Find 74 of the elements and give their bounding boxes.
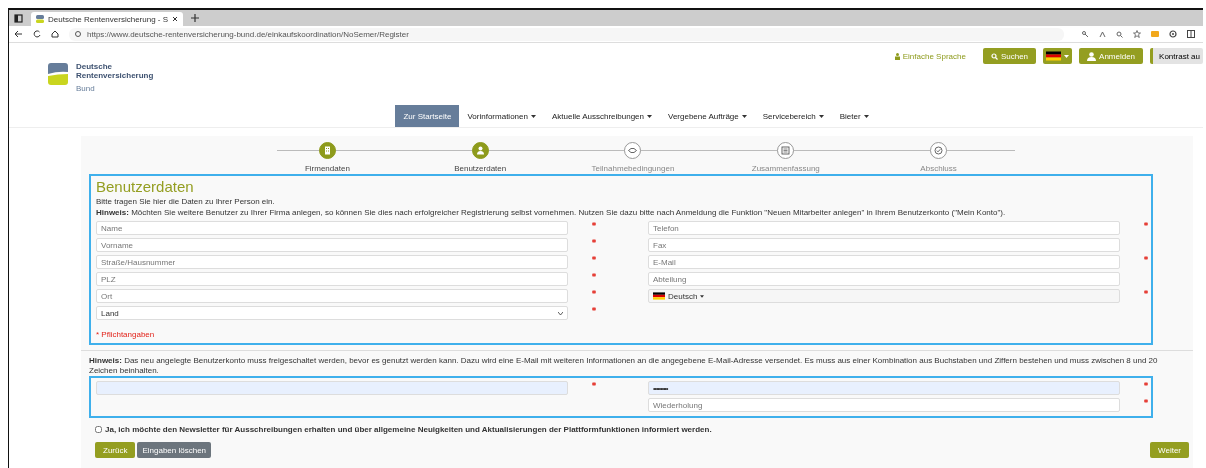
hint-text: Hinweis: Das neu angelegte Benutzerkonto muss freigeschaltet werden, bevor es genutzt werden kann. Dazu wird eine E-Mail mit weiteren Informationen an die angegebene E-Mail-Adresse versendet. Es muss aus einer Kombination aus Buchstaben und Ziffern bestehen und muss zwischen 8 und 20 Zeichen beinhalten. <box>89 356 1159 375</box>
close-icon[interactable] <box>172 16 179 22</box>
address-bar[interactable]: https://www.deutsche-rentenversicherung-bund.de/einkaufskoordination/NoSemer/Register <box>69 27 1064 41</box>
step-label: Abschluss <box>920 164 957 173</box>
required-mark-icon <box>592 307 596 311</box>
newsletter-checkbox[interactable] <box>95 426 102 433</box>
search-icon <box>990 52 998 60</box>
home-icon[interactable] <box>51 30 59 38</box>
required-mark-icon <box>592 273 596 277</box>
required-mark-icon <box>1144 256 1148 260</box>
text-field[interactable]: Ort <box>96 289 568 303</box>
required-mark-icon <box>592 239 596 243</box>
chevron-icon <box>558 311 563 315</box>
password-repeat-field[interactable]: Wiederholung <box>648 398 1120 412</box>
caret-icon <box>863 114 869 118</box>
tab-actions-icon[interactable] <box>14 13 23 23</box>
reset-button[interactable]: Eingaben löschen <box>137 442 212 458</box>
text-field[interactable]: PLZ <box>96 272 568 286</box>
logo-icon[interactable] <box>48 63 68 85</box>
info-icon <box>75 31 81 37</box>
text-field[interactable]: Straße/Hausnummer <box>96 255 568 269</box>
caret-icon <box>741 114 747 118</box>
required-mark-icon <box>1144 290 1148 294</box>
caret-icon <box>700 294 705 298</box>
nav-item[interactable]: Aktuelle Ausschreibungen <box>543 105 660 127</box>
nav-item[interactable]: Servicebereich <box>754 105 832 127</box>
language-dropdown[interactable] <box>1043 48 1073 64</box>
required-mark-icon <box>592 256 596 260</box>
text-field[interactable]: E-Mail <box>648 255 1120 269</box>
contrast-button[interactable]: Kontrast au <box>1150 48 1203 64</box>
text-field[interactable]: Name <box>96 221 568 235</box>
tab-title: Deutsche Rentenversicherung - S <box>48 14 169 24</box>
step-label: Benutzerdaten <box>454 164 507 173</box>
required-mark-icon <box>592 222 596 226</box>
caret-icon <box>818 114 824 118</box>
required-note: * Pflichtangaben <box>96 330 156 339</box>
caret-icon <box>530 114 536 118</box>
step-label: Zusammenfassung <box>751 164 820 173</box>
step-label: Teilnahmebedingungen <box>591 164 675 173</box>
text-field[interactable]: Telefon <box>648 221 1120 235</box>
caret-icon <box>647 114 652 118</box>
text-field[interactable]: Fax <box>648 238 1120 252</box>
logo-subtitle: Bund <box>76 83 96 93</box>
zoom-icon[interactable] <box>1116 30 1123 38</box>
reload-icon[interactable] <box>33 30 41 38</box>
caret-icon <box>1064 54 1070 58</box>
settings-icon[interactable] <box>1169 30 1177 38</box>
nav-item[interactable]: Vergebene Aufträge <box>660 105 755 127</box>
german-flag-icon <box>1046 51 1062 61</box>
logo-text: Deutsche Rentenversicherung <box>76 63 154 81</box>
intro-text: Bitte tragen Sie hier die Daten zu Ihrer Person ein. <box>96 197 276 207</box>
nav-item[interactable]: Bieter <box>831 105 877 127</box>
person-icon <box>893 52 901 60</box>
new-tab-icon[interactable] <box>191 14 200 22</box>
star-icon[interactable] <box>1133 30 1141 38</box>
required-mark-icon <box>592 290 596 294</box>
step-label: Firmendaten <box>304 164 350 173</box>
text-field[interactable]: Vorname <box>96 238 568 252</box>
section-title: Benutzerdaten <box>96 178 195 196</box>
back-arrow-icon[interactable] <box>14 30 23 38</box>
username-field[interactable] <box>96 381 568 395</box>
language-select[interactable]: Deutsch <box>648 289 1120 303</box>
german-flag-icon <box>653 292 665 300</box>
text-field[interactable]: Abteilung <box>648 272 1120 286</box>
nav-item[interactable]: Zur Startseite <box>395 105 460 127</box>
user-icon <box>1087 51 1097 61</box>
nav-item[interactable]: Vorinformationen <box>459 105 544 127</box>
browser-tab[interactable]: Deutsche Rentenversicherung - S <box>31 12 184 26</box>
required-mark-icon <box>1144 222 1148 226</box>
site-icon <box>36 15 44 23</box>
hint-text: Hinweis: Möchten Sie weitere Benutzer zu Ihrer Firma anlegen, so können Sie dies nach erfolgreicher Registrierung selbst vornehmen. Nutzen Sie dazu bitte nach Anmeldung die Funktion "Neuen Mitarbeiter anlegen" in Ihrem Benutzerkonto ("Mein Konto"). <box>96 207 1007 217</box>
split-screen-icon[interactable] <box>1187 30 1195 38</box>
country-select[interactable]: Land <box>96 306 568 320</box>
newsletter-label: Ja, ich möchte den Newsletter für Ausschreibungen erhalten und über allgemeine Neuigkeiten und Aktualisierungen der Plattformfunktionen informiert werden. <box>105 425 712 434</box>
